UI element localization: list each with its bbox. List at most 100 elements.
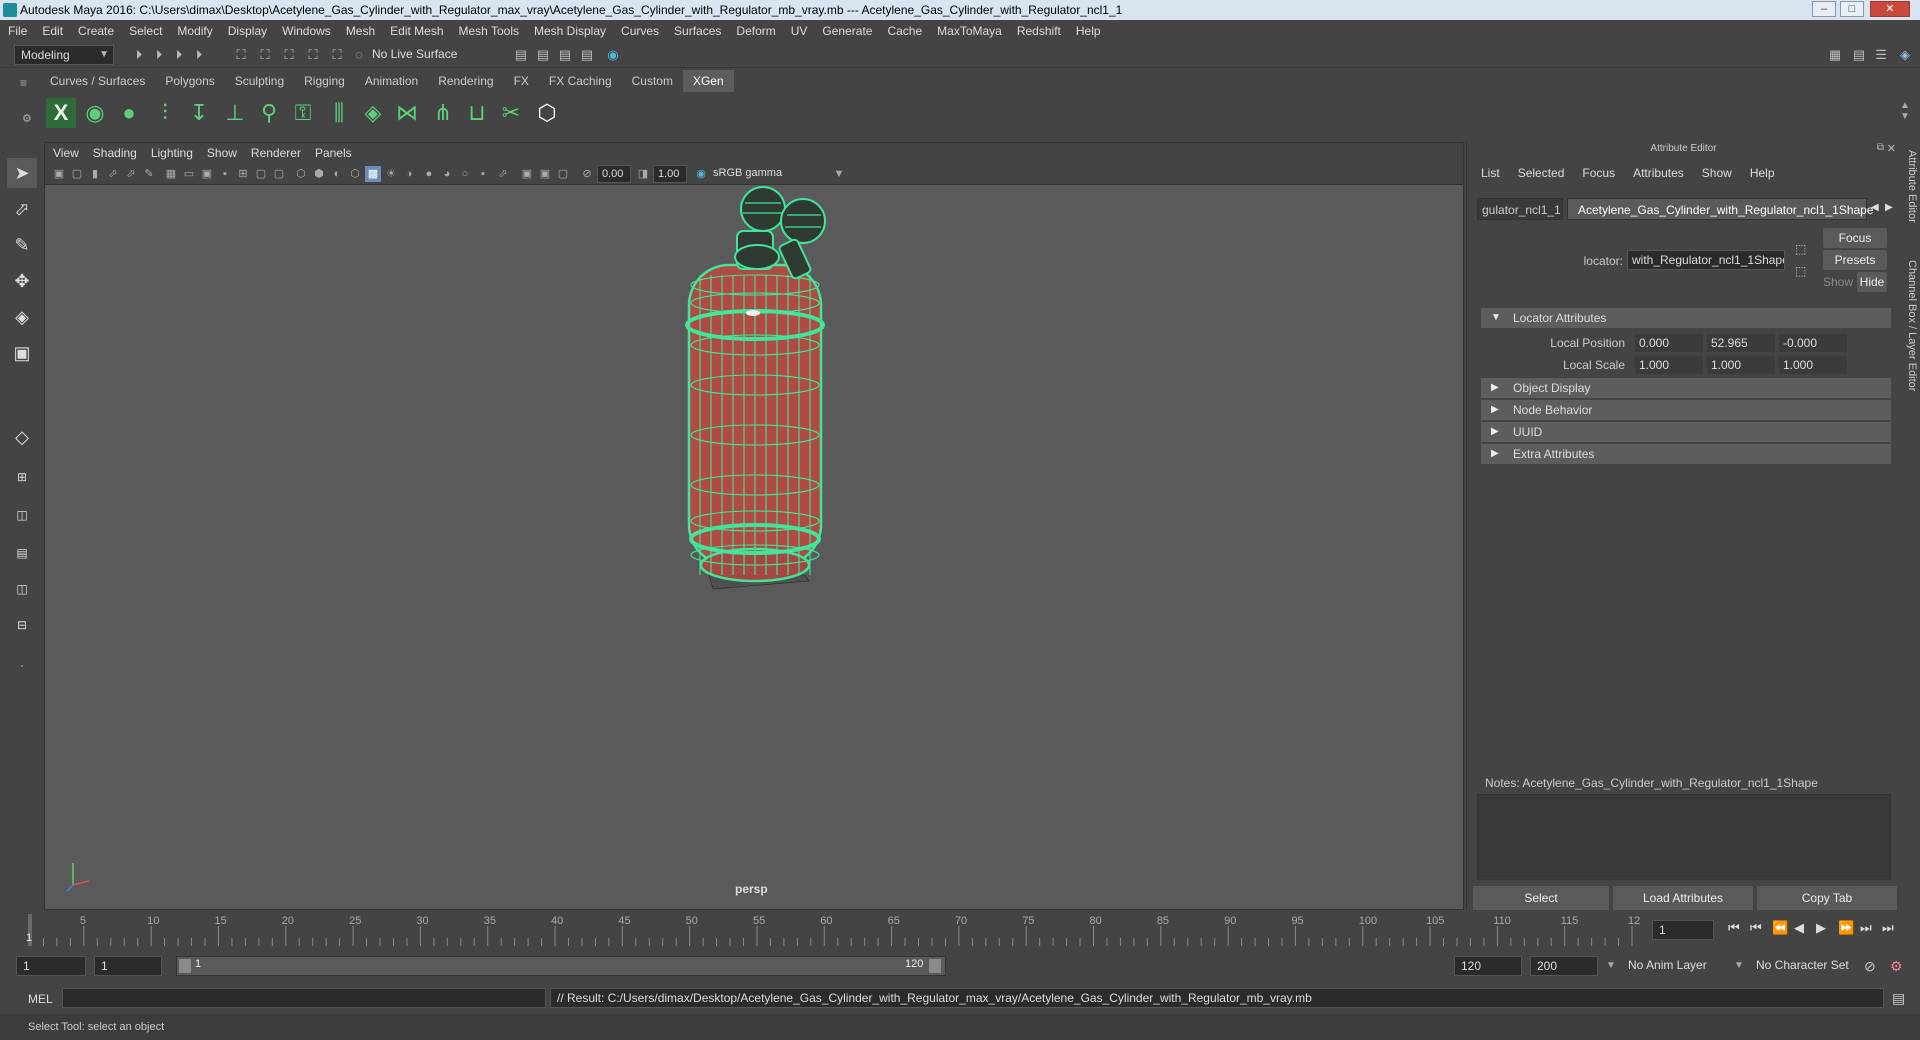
- close-button[interactable]: ✕: [1870, 1, 1910, 17]
- menu-edit[interactable]: Edit: [42, 24, 63, 38]
- ae-menu-attributes[interactable]: Attributes: [1633, 166, 1684, 180]
- xgen-preview-icon[interactable]: ◉: [80, 98, 110, 128]
- menu-mesh-display[interactable]: Mesh Display: [534, 24, 606, 38]
- shelf-tab-custom[interactable]: Custom: [621, 70, 683, 92]
- local-scale-y[interactable]: 1.000: [1707, 356, 1775, 374]
- smooth-shade-icon[interactable]: ⬢: [311, 166, 327, 182]
- section-object-display[interactable]: ▶ Object Display: [1481, 378, 1891, 398]
- load-attributes-button[interactable]: Load Attributes: [1613, 886, 1753, 910]
- ae-menu-show[interactable]: Show: [1702, 166, 1732, 180]
- focus-button[interactable]: Focus: [1823, 228, 1887, 248]
- menu-curves[interactable]: Curves: [621, 24, 659, 38]
- persp-graph-layout-icon[interactable]: ▤: [7, 538, 37, 568]
- go-to-end-icon[interactable]: ⏭: [1882, 920, 1894, 936]
- image-plane-icon[interactable]: ⬀: [105, 166, 121, 182]
- undo-icon[interactable]: ⏵: [190, 46, 208, 64]
- menu-uv[interactable]: UV: [791, 24, 808, 38]
- local-scale-z[interactable]: 1.000: [1779, 356, 1847, 374]
- select-object-icon[interactable]: ⛶: [256, 46, 274, 64]
- time-slider[interactable]: 5 10 15 20 25 30 35 40 45 50 55 60 65 70 75 80 85 90 95 100…: [20, 912, 1646, 948]
- playback-start-field[interactable]: 1: [94, 956, 162, 976]
- command-input[interactable]: [62, 988, 546, 1008]
- hypershade-icon[interactable]: ◉: [604, 46, 622, 64]
- xgen-lock-guides-icon[interactable]: ⚿: [288, 98, 318, 128]
- ae-menu-list[interactable]: List: [1481, 166, 1500, 180]
- bookmark-icon[interactable]: ▮: [87, 166, 103, 182]
- shelf-menu-icon[interactable]: ≡: [20, 76, 27, 90]
- film-gate-icon[interactable]: ▭: [181, 166, 197, 182]
- xgen-comb-icon[interactable]: ⊔: [462, 98, 492, 128]
- vp-menu-renderer[interactable]: Renderer: [251, 146, 301, 160]
- wireframe-on-shaded-icon[interactable]: ⬡: [347, 166, 363, 182]
- shelf-tab-xgen[interactable]: XGen: [682, 70, 734, 92]
- outliner-toggle-icon[interactable]: ▤: [1850, 46, 1868, 64]
- shelf-tab-animation[interactable]: Animation: [354, 70, 429, 92]
- ipr-render-icon[interactable]: ▤: [556, 46, 574, 64]
- menu-select[interactable]: Select: [129, 24, 162, 38]
- close-panel-icon[interactable]: ✕: [1887, 142, 1896, 155]
- viewport-panel[interactable]: View Shading Lighting Show Renderer Pane…: [44, 142, 1464, 910]
- shelf-settings-icon[interactable]: ⚙: [22, 112, 32, 125]
- xgen-place-guides-icon[interactable]: ↧: [184, 98, 214, 128]
- single-perspective-layout-icon[interactable]: ◇: [7, 422, 37, 452]
- local-position-x[interactable]: 0.000: [1635, 334, 1703, 352]
- four-view-layout-icon[interactable]: ⊞: [7, 462, 37, 492]
- exposure-field[interactable]: 0.00: [597, 165, 631, 183]
- menu-mesh[interactable]: Mesh: [346, 24, 375, 38]
- use-default-material-icon[interactable]: ◐: [329, 166, 345, 182]
- hypershade-layout-icon[interactable]: ⊟: [7, 610, 37, 640]
- notes-textarea[interactable]: [1477, 794, 1891, 880]
- safe-title-icon[interactable]: ▢: [271, 166, 287, 182]
- motion-blur-icon[interactable]: ◕: [439, 166, 455, 182]
- scale-tool-icon[interactable]: ▣: [7, 338, 37, 368]
- paint-select-tool-icon[interactable]: ✎: [7, 230, 37, 260]
- step-back-key-icon[interactable]: ⏮: [1750, 920, 1762, 936]
- resolution-gate-icon[interactable]: ▣: [199, 166, 215, 182]
- live-surface-field[interactable]: No Live Surface: [366, 45, 462, 65]
- menu-set-icon[interactable]: ⏵: [130, 46, 148, 64]
- open-scene-icon[interactable]: ⏵: [150, 46, 168, 64]
- xgen-layers-icon[interactable]: ◈: [358, 98, 388, 128]
- attribute-editor-toggle-icon[interactable]: ◈: [1896, 46, 1914, 64]
- menu-display[interactable]: Display: [228, 24, 267, 38]
- chevron-down-icon[interactable]: ▼: [1606, 960, 1616, 971]
- vp-menu-panels[interactable]: Panels: [315, 146, 352, 160]
- channel-box-side-tab[interactable]: Channel Box / Layer Editor: [1902, 260, 1918, 391]
- menu-cache[interactable]: Cache: [887, 24, 922, 38]
- local-position-z[interactable]: -0.000: [1779, 334, 1847, 352]
- section-extra-attributes[interactable]: ▶ Extra Attributes: [1481, 444, 1891, 464]
- range-slider[interactable]: 1 120: [176, 956, 946, 976]
- step-forward-key-icon[interactable]: ⏭: [1860, 920, 1872, 936]
- playback-end-field[interactable]: 120: [1454, 956, 1522, 976]
- script-editor-icon[interactable]: ▤: [1892, 990, 1905, 1007]
- color-management-icon[interactable]: ◉: [693, 166, 709, 182]
- shadows-icon[interactable]: ◑: [401, 166, 417, 182]
- select-hierarchy-icon[interactable]: ⛶: [232, 46, 250, 64]
- menu-windows[interactable]: Windows: [282, 24, 331, 38]
- textured-icon[interactable]: ▩: [365, 166, 381, 182]
- go-to-output-icon[interactable]: ⬚: [1795, 264, 1806, 278]
- tab-scroll-right-icon[interactable]: ▶: [1885, 202, 1893, 213]
- preferences-icon[interactable]: ⚙: [1890, 958, 1903, 975]
- section-locator-attributes[interactable]: ▼ Locator Attributes: [1481, 308, 1891, 328]
- channel-box-toggle-icon[interactable]: ☰: [1872, 46, 1890, 64]
- maximize-button[interactable]: □: [1840, 1, 1864, 17]
- field-chart-icon[interactable]: ⊞: [235, 166, 251, 182]
- gamma-field[interactable]: 1.00: [653, 165, 687, 183]
- locator-name-field[interactable]: with_Regulator_ncl1_1Shape: [1627, 250, 1785, 270]
- color-space-dropdown[interactable]: sRGB gamma: [709, 165, 845, 183]
- shelf-tab-curves-surfaces[interactable]: Curves / Surfaces: [40, 70, 156, 92]
- hide-button[interactable]: Hide: [1857, 272, 1887, 292]
- use-all-lights-icon[interactable]: ☀: [383, 166, 399, 182]
- menu-help[interactable]: Help: [1076, 24, 1101, 38]
- menu-redshift[interactable]: Redshift: [1017, 24, 1061, 38]
- ae-menu-selected[interactable]: Selected: [1518, 166, 1565, 180]
- render-settings-icon[interactable]: ▤: [578, 46, 596, 64]
- acetylene-cylinder-mesh[interactable]: [685, 263, 825, 583]
- safe-action-icon[interactable]: ▢: [253, 166, 269, 182]
- xgen-editor-icon[interactable]: X: [46, 98, 76, 128]
- ae-menu-help[interactable]: Help: [1750, 166, 1775, 180]
- menu-create[interactable]: Create: [78, 24, 114, 38]
- play-backwards-icon[interactable]: ◀: [1794, 920, 1804, 936]
- camera-attributes-icon[interactable]: ▢: [69, 166, 85, 182]
